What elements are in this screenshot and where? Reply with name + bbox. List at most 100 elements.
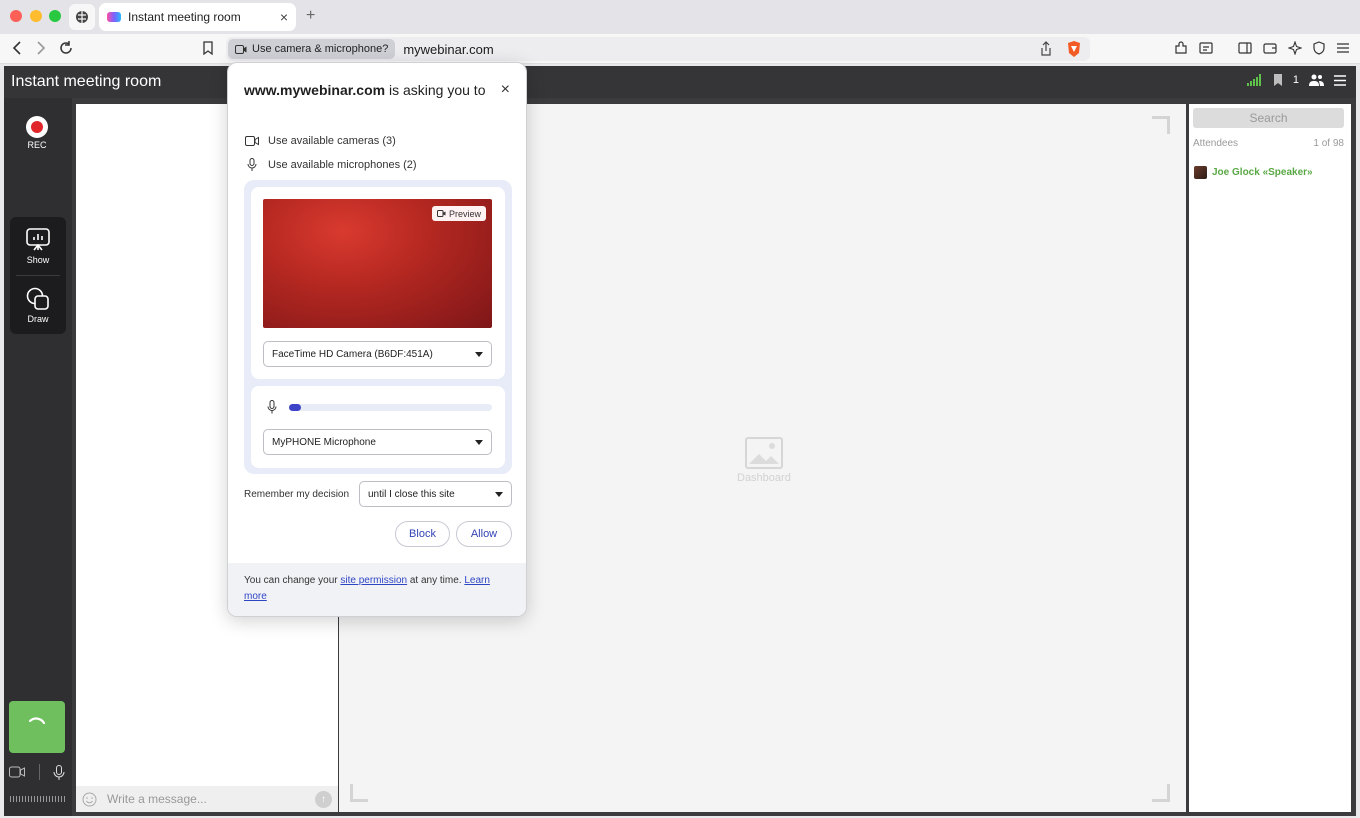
forward-icon[interactable] xyxy=(35,40,47,56)
reader-icon[interactable] xyxy=(1199,41,1213,55)
popup-close-icon[interactable]: × xyxy=(501,81,510,99)
share-icon[interactable] xyxy=(1040,41,1052,57)
bookmark-icon[interactable] xyxy=(202,40,214,56)
attendees-count: 1 of 98 xyxy=(1313,138,1344,149)
meeting-app: Instant meeting room 1 REC Show Draw Wri… xyxy=(4,66,1356,816)
emoji-icon[interactable] xyxy=(82,792,97,807)
dashboard-label: Dashboard xyxy=(737,472,791,484)
camera-permission-line: Use available cameras (3) xyxy=(245,135,396,147)
participants-icon[interactable] xyxy=(1309,74,1324,86)
chevron-down-icon xyxy=(475,439,483,445)
attendee-row[interactable]: Joe Glock «Speaker» xyxy=(1194,166,1313,179)
microphone-icon xyxy=(267,400,277,414)
globe-icon xyxy=(76,11,88,23)
attendee-search-input[interactable]: Search xyxy=(1193,108,1344,128)
allow-button[interactable]: Allow xyxy=(456,521,512,547)
extensions-icon[interactable] xyxy=(1174,41,1188,55)
chat-input[interactable]: Write a message... ↑ xyxy=(76,786,338,812)
camera-icon xyxy=(436,210,446,217)
active-tab[interactable]: Instant meeting room × xyxy=(99,3,296,31)
camera-card: Preview FaceTime HD Camera (B6DF:451A) xyxy=(251,187,505,379)
vpn-shield-icon[interactable] xyxy=(1312,41,1326,55)
shapes-icon xyxy=(26,287,49,310)
media-controls xyxy=(9,764,65,780)
back-icon[interactable] xyxy=(11,40,23,56)
chevron-down-icon xyxy=(475,351,483,357)
attendee-name: Joe Glock «Speaker» xyxy=(1212,167,1313,178)
bookmark-icon[interactable] xyxy=(1273,74,1283,86)
tab-bar: Instant meeting room × + xyxy=(0,0,1360,34)
popup-title-rest: is asking you to xyxy=(385,82,486,98)
self-video-tile[interactable] xyxy=(9,701,65,753)
microphone-select[interactable]: MyPHONE Microphone xyxy=(263,429,492,455)
maximize-window-button[interactable] xyxy=(49,10,61,22)
microphone-card: MyPHONE Microphone xyxy=(251,386,505,468)
tab-title: Instant meeting room xyxy=(128,10,241,24)
wallet-icon[interactable] xyxy=(1263,41,1277,55)
menu-icon[interactable] xyxy=(1336,41,1350,55)
remember-decision-select[interactable]: until I close this site xyxy=(359,481,512,507)
camera-toggle-icon[interactable] xyxy=(9,766,25,778)
header-controls: 1 xyxy=(1246,74,1346,86)
camera-select-value: FaceTime HD Camera (B6DF:451A) xyxy=(272,348,433,360)
minimize-window-button[interactable] xyxy=(30,10,42,22)
attendees-panel: Search Attendees 1 of 98 Joe Glock «Spea… xyxy=(1189,104,1351,812)
hamburger-menu-icon[interactable] xyxy=(1334,74,1346,86)
show-tool-label: Show xyxy=(26,254,50,265)
left-toolbar: REC Show Draw xyxy=(4,98,72,816)
chat-input-placeholder: Write a message... xyxy=(107,792,207,806)
tool-group: Show Draw xyxy=(10,217,66,334)
permission-chip-label: Use camera & microphone? xyxy=(252,43,389,55)
popup-footer: You can change your site permission at a… xyxy=(228,563,526,616)
record-button[interactable]: REC xyxy=(26,116,48,150)
dashboard-placeholder: Dashboard xyxy=(737,437,791,484)
presentation-icon xyxy=(26,227,50,250)
browser-toolbar: Use camera & microphone? mywebinar.com xyxy=(0,34,1360,64)
draw-tool-label: Draw xyxy=(27,313,49,324)
leo-ai-icon[interactable] xyxy=(1288,41,1302,55)
camera-permission-text: Use available cameras (3) xyxy=(268,135,396,147)
url-text[interactable]: mywebinar.com xyxy=(403,42,493,57)
draw-tool-button[interactable]: Draw xyxy=(10,276,66,334)
site-permission-link[interactable]: site permission xyxy=(340,575,407,586)
participant-count: 1 xyxy=(1292,74,1299,86)
footer-text: at any time. xyxy=(407,575,465,586)
camera-icon xyxy=(235,44,247,54)
close-window-button[interactable] xyxy=(10,10,22,22)
microphone-permission-text: Use available microphones (2) xyxy=(268,158,417,171)
audio-level-bars xyxy=(10,796,65,802)
permission-popup: www.mywebinar.com is asking you to × Use… xyxy=(227,62,527,617)
fullscreen-corner xyxy=(1152,784,1170,802)
address-bar[interactable]: Use camera & microphone? mywebinar.com xyxy=(226,37,1090,61)
camera-select[interactable]: FaceTime HD Camera (B6DF:451A) xyxy=(263,341,492,367)
block-button[interactable]: Block xyxy=(395,521,450,547)
camera-icon xyxy=(245,136,259,146)
microphone-level-meter xyxy=(289,404,492,411)
footer-text: You can change your xyxy=(244,575,341,586)
remember-decision-label: Remember my decision xyxy=(244,489,350,500)
signal-strength-icon xyxy=(1246,74,1261,86)
brave-shield-icon[interactable] xyxy=(1066,40,1082,58)
send-message-icon[interactable]: ↑ xyxy=(315,790,332,808)
popup-title: www.mywebinar.com is asking you to xyxy=(244,80,494,100)
fullscreen-corner xyxy=(350,784,368,802)
permission-chip[interactable]: Use camera & microphone? xyxy=(228,39,396,59)
app-title: Instant meeting room xyxy=(11,73,162,90)
record-icon xyxy=(26,116,48,138)
show-tool-button[interactable]: Show xyxy=(10,217,66,275)
media-settings-box: Preview FaceTime HD Camera (B6DF:451A) M… xyxy=(244,180,512,474)
pinned-tab[interactable] xyxy=(69,4,95,30)
chevron-down-icon xyxy=(495,491,503,497)
sidebar-icon[interactable] xyxy=(1238,41,1252,55)
avatar xyxy=(1194,166,1207,179)
microphone-select-value: MyPHONE Microphone xyxy=(272,436,376,448)
reload-icon[interactable] xyxy=(58,40,74,56)
record-label: REC xyxy=(27,140,47,150)
new-tab-button[interactable]: + xyxy=(306,7,315,25)
tab-close-icon[interactable]: × xyxy=(280,9,288,25)
webinar-favicon-icon xyxy=(107,12,121,22)
microphone-toggle-icon[interactable] xyxy=(53,764,65,780)
microphone-permission-line: Use available microphones (2) xyxy=(245,158,417,171)
remember-decision-value: until I close this site xyxy=(368,488,455,500)
camera-preview: Preview xyxy=(263,199,492,328)
